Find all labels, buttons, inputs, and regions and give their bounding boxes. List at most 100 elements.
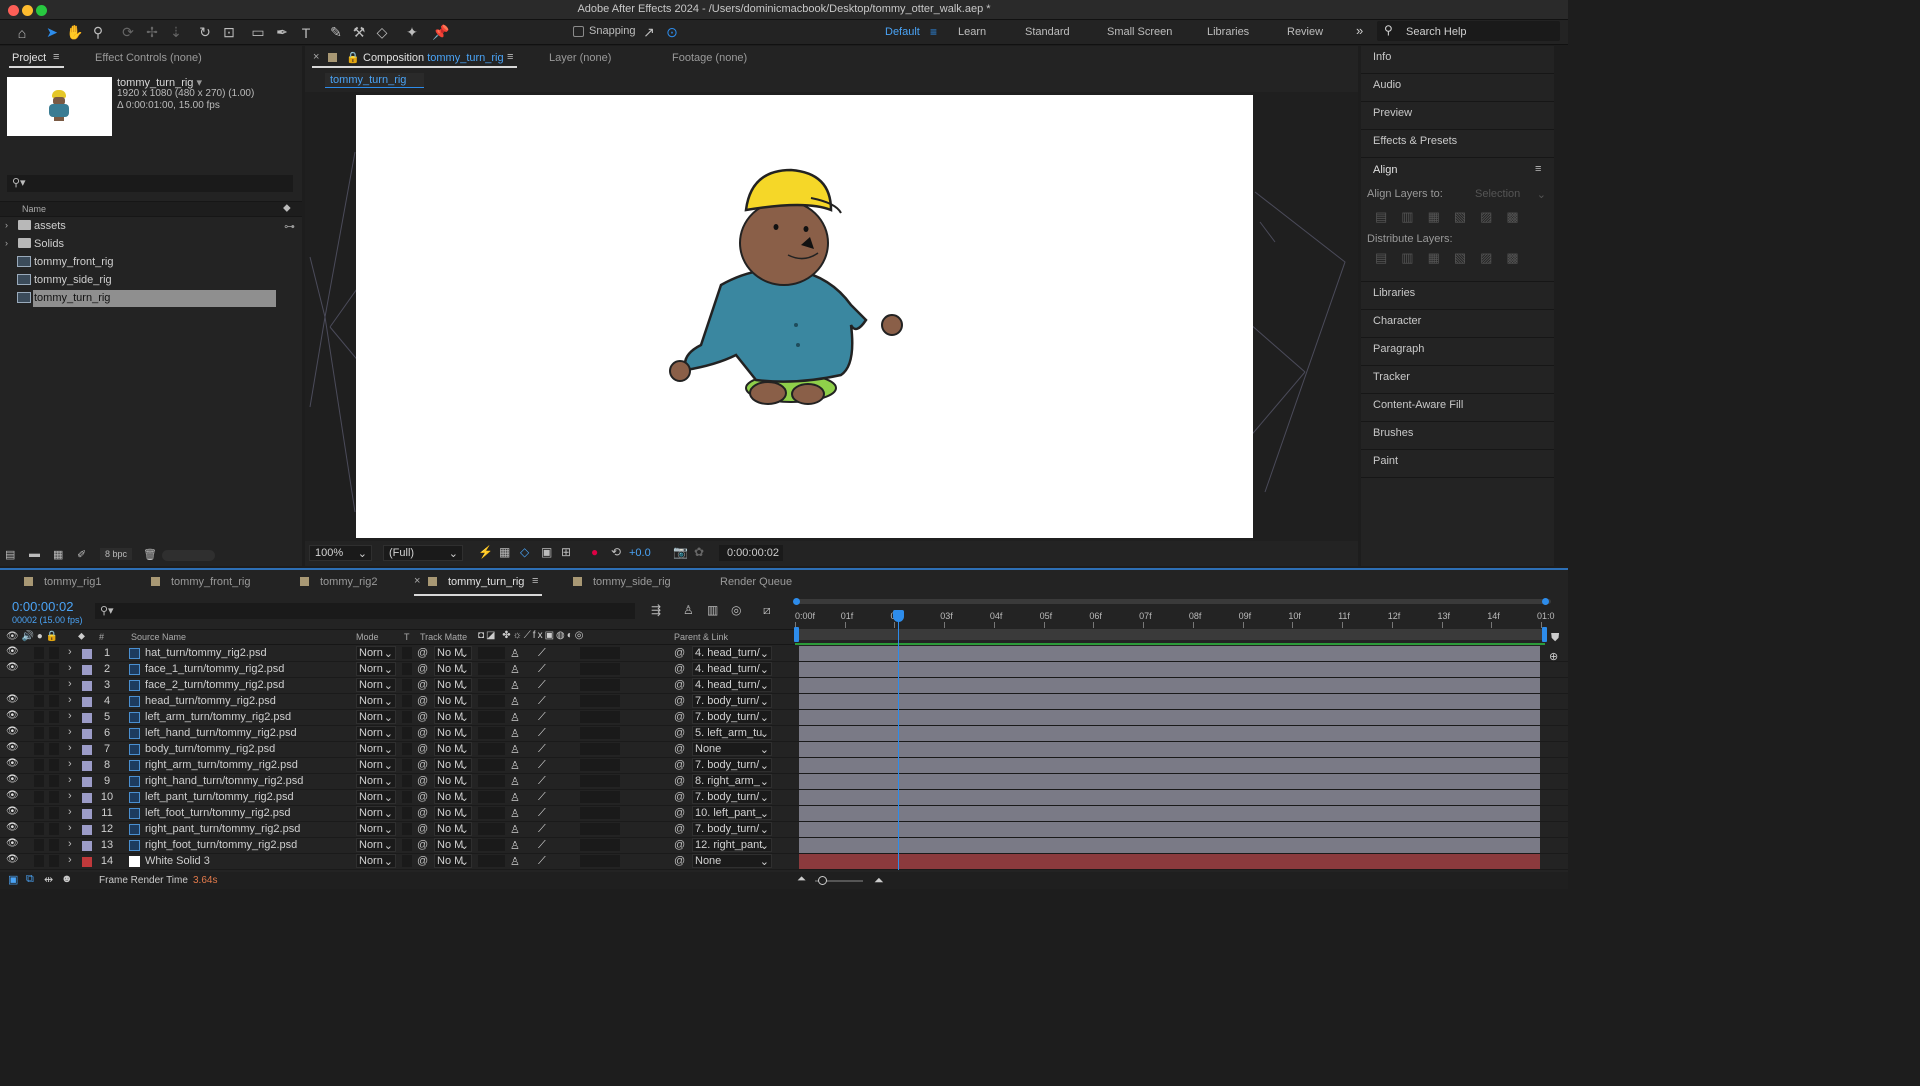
zoom-out-icon[interactable]: ⏶: [797, 873, 806, 886]
layer-duration-bar[interactable]: [799, 662, 1540, 677]
shy-layers-icon[interactable]: ♙: [683, 603, 694, 617]
expand-chevron-icon[interactable]: ›: [68, 646, 72, 658]
layer-source-name[interactable]: left_foot_turn/tommy_rig2.psd: [145, 807, 350, 819]
expand-chevron-icon[interactable]: ›: [68, 790, 72, 802]
parent-select[interactable]: 7. body_turn/⌄: [692, 710, 772, 724]
expand-chevron-icon[interactable]: ›: [68, 726, 72, 738]
solo-toggle[interactable]: [34, 791, 44, 803]
rotation-tool-icon[interactable]: ↻: [195, 23, 215, 42]
lock-toggle[interactable]: [49, 647, 59, 659]
expand-chevron-icon[interactable]: ›: [68, 838, 72, 850]
eye-icon[interactable]: 👁: [6, 710, 19, 721]
eye-icon[interactable]: 👁: [6, 838, 19, 849]
new-comp-icon[interactable]: ▦: [53, 548, 63, 561]
shy-switch-icon[interactable]: ♙: [510, 839, 520, 852]
preserve-transparency-toggle[interactable]: [402, 647, 412, 659]
eye-icon[interactable]: 👁: [6, 646, 19, 657]
parent-pickwhip-icon[interactable]: @: [674, 823, 685, 835]
navigator-end-handle[interactable]: [1542, 598, 1549, 605]
comp-canvas[interactable]: [356, 95, 1253, 538]
layer-duration-bar[interactable]: [799, 710, 1540, 725]
timeline-current-time[interactable]: 0:00:00:02: [12, 599, 73, 614]
layer-label-swatch[interactable]: [82, 697, 92, 707]
eye-icon[interactable]: 👁: [6, 790, 19, 801]
work-area-end-handle[interactable]: [1542, 627, 1547, 642]
expand-chevron-icon[interactable]: ›: [68, 710, 72, 722]
track-matte-select[interactable]: No M ⌄: [434, 838, 472, 852]
new-folder-icon[interactable]: ▬: [29, 548, 40, 560]
eye-icon[interactable]: 👁: [6, 662, 19, 673]
solo-toggle[interactable]: [34, 855, 44, 867]
workspace-menu-icon[interactable]: ≡: [930, 25, 937, 39]
layer-source-name[interactable]: left_pant_turn/tommy_rig2.psd: [145, 791, 350, 803]
quality-switch-icon[interactable]: ⟋: [538, 791, 546, 804]
eye-icon[interactable]: 👁: [6, 758, 19, 769]
switches-blank[interactable]: [478, 711, 505, 723]
track-matte-select[interactable]: No M ⌄: [434, 710, 472, 724]
bit-depth-button[interactable]: 8 bpc: [100, 548, 133, 560]
track-matte-select[interactable]: No M ⌄: [434, 694, 472, 708]
eye-icon[interactable]: 👁: [6, 726, 19, 737]
comp-navigator-tab[interactable]: tommy_turn_rig: [325, 73, 424, 88]
track-matte-select[interactable]: No M ⌄: [434, 662, 472, 676]
solo-toggle[interactable]: [34, 775, 44, 787]
align-title[interactable]: Align: [1373, 164, 1397, 176]
panel-tracker[interactable]: Tracker: [1361, 366, 1554, 394]
workspace-review[interactable]: Review: [1287, 26, 1323, 38]
composition-mini-flowchart-icon[interactable]: ⇶: [651, 603, 661, 617]
expand-chevron-icon[interactable]: ›: [5, 220, 8, 230]
layer-row[interactable]: 👁 › 8 right_arm_turn/tommy_rig2.psd Norn ⌄ @ No…: [0, 758, 1568, 774]
tab-composition[interactable]: Composition tommy_turn_rig: [363, 52, 504, 64]
switches-blank[interactable]: [478, 743, 505, 755]
expand-chevron-icon[interactable]: ›: [68, 822, 72, 834]
track-matte-pickwhip-icon[interactable]: @: [417, 695, 428, 707]
switches-blank[interactable]: [478, 855, 505, 867]
blend-mode-select[interactable]: Norn ⌄: [356, 694, 396, 708]
dolly-camera-icon[interactable]: ⇣: [166, 23, 186, 42]
workspace-libraries[interactable]: Libraries: [1207, 26, 1249, 38]
eye-toggle-empty[interactable]: [6, 680, 16, 690]
parent-pickwhip-icon[interactable]: @: [674, 727, 685, 739]
hand-tool-icon[interactable]: ✋: [65, 23, 85, 42]
region-of-interest-icon[interactable]: ▣: [541, 545, 552, 559]
lock-toggle[interactable]: [49, 711, 59, 723]
shy-switch-icon[interactable]: ♙: [510, 695, 520, 708]
track-matte-select[interactable]: No M ⌄: [434, 678, 472, 692]
layer-row[interactable]: 👁 › 14 White Solid 3 Norn ⌄ @ No M ⌄ ♙ ⟋ @ None ⌄: [0, 854, 1568, 870]
shy-switch-icon[interactable]: ♙: [510, 679, 520, 692]
layer-row[interactable]: 👁 › 10 left_pant_turn/tommy_rig2.psd Norn ⌄ @ N…: [0, 790, 1568, 806]
lock-toggle[interactable]: [49, 695, 59, 707]
shy-switch-icon[interactable]: ♙: [510, 711, 520, 724]
effect-switches-blank[interactable]: [580, 695, 620, 707]
quality-switch-icon[interactable]: ⟋: [538, 807, 546, 820]
layer-label-swatch[interactable]: [82, 841, 92, 851]
magnification-select[interactable]: 100% ⌄: [309, 545, 372, 561]
layer-row[interactable]: 👁 › 12 right_pant_turn/tommy_rig2.psd Norn ⌄ @…: [0, 822, 1568, 838]
search-help-field[interactable]: ⚲ Search Help: [1377, 21, 1560, 41]
align-buttons-row[interactable]: ▤▥▦▧▨▩: [1375, 209, 1533, 225]
parent-pickwhip-icon[interactable]: @: [674, 743, 685, 755]
snap-edges-icon[interactable]: ↗: [639, 23, 659, 42]
panel-libraries[interactable]: Libraries: [1361, 282, 1554, 310]
shy-switch-icon[interactable]: ♙: [510, 775, 520, 788]
workspace-standard[interactable]: Standard: [1025, 26, 1070, 38]
shy-switch-icon[interactable]: ♙: [510, 743, 520, 756]
parent-select[interactable]: None ⌄: [692, 742, 772, 756]
project-item[interactable]: tommy_side_rig: [0, 272, 282, 289]
layer-label-swatch[interactable]: [82, 809, 92, 819]
layer-duration-bar[interactable]: [799, 646, 1540, 661]
fast-previews-icon[interactable]: ⚡: [478, 545, 493, 559]
selection-tool-icon[interactable]: ➤: [42, 23, 62, 42]
lock-icon[interactable]: 🔒: [346, 51, 360, 64]
layer-row[interactable]: 👁 › 1 hat_turn/tommy_rig2.psd Norn ⌄ @ No M ⌄ ♙ ⟋ @…: [0, 646, 1568, 662]
solo-toggle[interactable]: [34, 759, 44, 771]
track-matte-select[interactable]: No M ⌄: [434, 726, 472, 740]
track-matte-pickwhip-icon[interactable]: @: [417, 775, 428, 787]
blend-mode-select[interactable]: Norn ⌄: [356, 678, 396, 692]
lock-toggle[interactable]: [49, 791, 59, 803]
frame-blending-icon[interactable]: ▥: [707, 603, 718, 617]
preserve-transparency-toggle[interactable]: [402, 727, 412, 739]
pan-behind-tool-icon[interactable]: ⊡: [219, 23, 239, 42]
quality-switch-icon[interactable]: ⟋: [538, 823, 546, 836]
effect-switches-blank[interactable]: [580, 711, 620, 723]
